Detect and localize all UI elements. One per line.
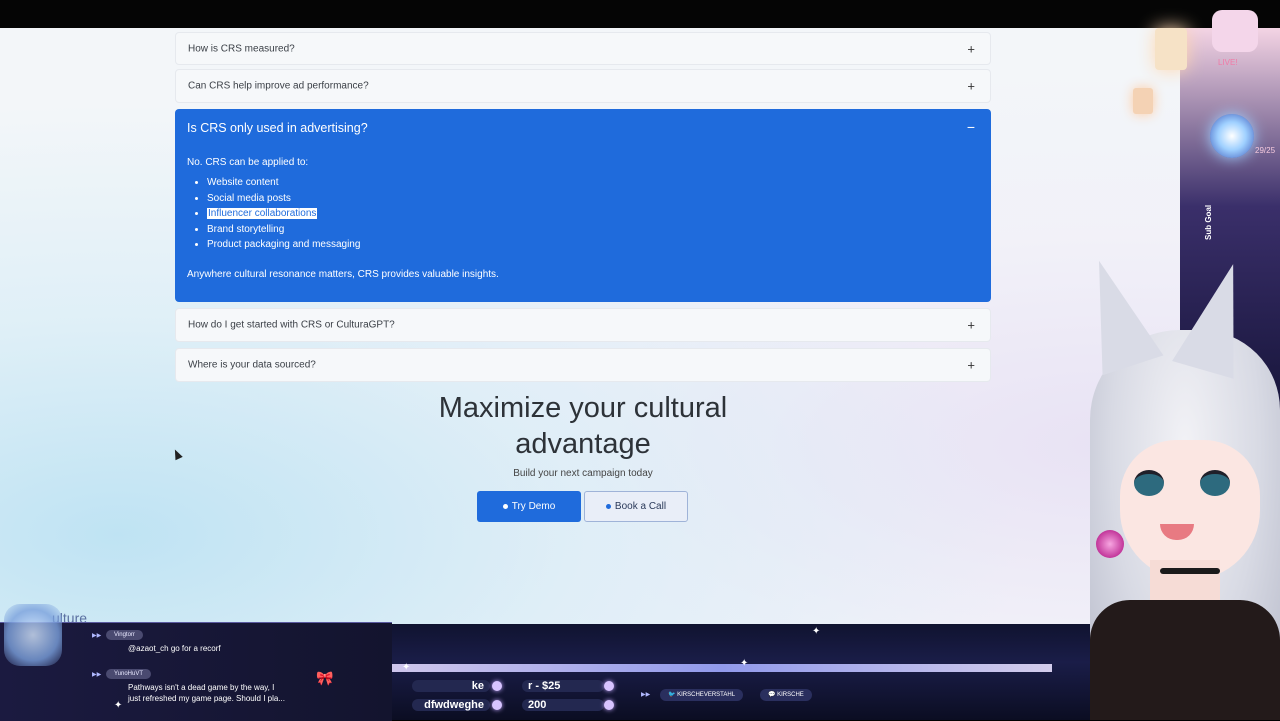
faq-question: Where is your data sourced?	[188, 359, 316, 371]
avatar-eye	[1134, 470, 1164, 496]
dot-icon	[605, 504, 611, 509]
faq-item-expanded[interactable]: Is CRS only used in advertising? − No. C…	[175, 109, 991, 302]
lantern-decoration	[1155, 28, 1187, 70]
faq-question: How is CRS measured?	[188, 43, 295, 54]
faq-item-get-started[interactable]: How do I get started with CRS or Cultura…	[175, 308, 991, 342]
gem-icon	[604, 681, 614, 691]
ticker-pill: r - $25	[522, 680, 604, 692]
decorative-strip	[392, 664, 1052, 672]
list-item: Product packaging and messaging	[207, 237, 360, 253]
chat-message: @azaot_ch go for a recorf	[128, 644, 221, 653]
list-item: Social media posts	[207, 191, 360, 207]
dot-icon	[502, 504, 508, 509]
bow-icon: 🎀	[316, 670, 334, 686]
plus-icon[interactable]: +	[967, 358, 975, 373]
ticker-pill: 200	[522, 699, 604, 711]
cta-title: Maximize your cultural advantage	[438, 392, 728, 460]
twitter-icon: 🐦	[668, 692, 678, 698]
chat-icon: 💬	[768, 692, 778, 698]
faq-item-ad-performance[interactable]: Can CRS help improve ad performance? +	[175, 69, 991, 103]
chat-username: YunoHuVT	[106, 669, 152, 679]
faq-question: How do I get started with CRS or Cultura…	[188, 319, 395, 331]
flower-decoration	[1096, 530, 1124, 558]
avatar-face	[1120, 440, 1260, 580]
ticker-pill: dfwdweghe	[412, 699, 490, 711]
lantern-decoration	[1133, 88, 1153, 114]
avatar-eye	[1200, 470, 1230, 496]
gem-icon	[604, 700, 614, 710]
faq-item-how-measured[interactable]: How is CRS measured? +	[175, 32, 991, 65]
cta-subtitle: Build your next campaign today	[513, 468, 653, 479]
gem-icon	[492, 700, 502, 710]
plus-icon[interactable]: +	[967, 79, 975, 94]
gem-icon	[492, 681, 502, 691]
book-call-button[interactable]: Book a Call	[584, 491, 688, 522]
arrow-icon: ▶▶	[92, 672, 102, 678]
chat-message: Pathways isn't a dead game by the way, I	[128, 683, 275, 692]
top-black-bar	[0, 0, 1280, 28]
star-icon: ✦	[812, 626, 821, 637]
faq-item-data-source[interactable]: Where is your data sourced? +	[175, 348, 991, 382]
try-demo-button[interactable]: Try Demo	[477, 491, 581, 522]
list-item-highlighted: Influencer collaborations	[207, 206, 360, 222]
list-item: Website content	[207, 175, 360, 191]
star-icon: ✦	[740, 658, 749, 669]
sub-count: 29/25	[1255, 146, 1276, 155]
plus-icon[interactable]: +	[967, 318, 975, 333]
arrow-icon: ▶▶	[92, 633, 102, 639]
orb-decoration	[1210, 114, 1254, 158]
twitch-handle: 💬 KIRSCHE	[760, 689, 812, 701]
chat-username: Vingtorr	[106, 630, 143, 640]
ticker-pill: ke	[412, 680, 490, 692]
mouse-cursor-icon	[171, 447, 183, 461]
webpage-viewport: How is CRS measured? + Can CRS help impr…	[0, 28, 1180, 624]
avatar-outfit	[1090, 600, 1280, 720]
sub-goal-label: Sub Goal	[1204, 204, 1213, 240]
faq-answer-intro: No. CRS can be applied to:	[187, 157, 309, 168]
list-item: Brand storytelling	[207, 222, 360, 238]
twitter-handle: 🐦 KIRSCHEVERSTAHL	[660, 689, 744, 701]
faq-answer-outro: Anywhere cultural resonance matters, CRS…	[187, 269, 499, 280]
faq-answer-list: Website content Social media posts Influ…	[195, 175, 360, 253]
star-icon: ✦	[114, 700, 123, 711]
avatar-neck	[1150, 560, 1220, 600]
star-icon: ✦	[402, 662, 411, 673]
avatar-choker	[1160, 568, 1220, 574]
live-label: LIVE!	[1218, 58, 1238, 67]
minus-icon[interactable]: −	[967, 119, 975, 135]
faq-question: Can CRS help improve ad performance?	[188, 80, 369, 92]
chat-message: just refreshed my game page. Should I pl…	[128, 694, 285, 703]
arrow-icon: ▶▶	[641, 692, 651, 698]
chat-bubble-icon	[4, 604, 62, 666]
bow-decoration	[1212, 10, 1258, 52]
plus-icon[interactable]: +	[967, 41, 975, 56]
faq-question: Is CRS only used in advertising?	[187, 121, 368, 135]
